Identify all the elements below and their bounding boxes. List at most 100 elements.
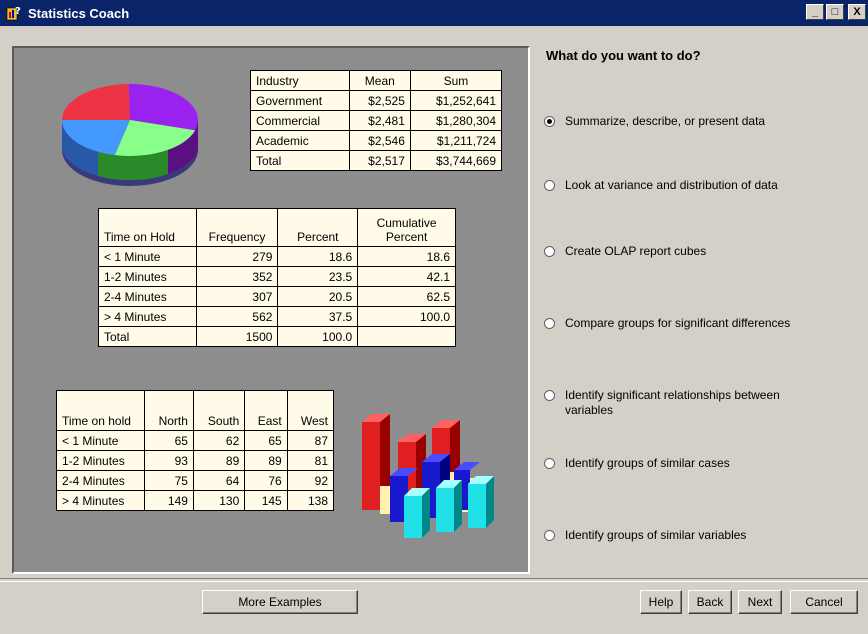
table-cell: 62 [192, 430, 246, 451]
table-cell: $1,280,304 [409, 110, 503, 131]
option-label: Compare groups for significant differenc… [565, 316, 791, 330]
table-row: Commercial $2,481 $1,280,304 [250, 110, 503, 131]
table-cell: 279 [195, 246, 279, 267]
option-similar-cases[interactable]: Identify groups of similar cases [544, 456, 844, 471]
option-label: Create OLAP report cubes [565, 244, 707, 258]
table-row: Total $2,517 $3,744,669 [250, 150, 503, 171]
table-cell: Government [250, 90, 350, 111]
table-cell: Total [250, 150, 350, 171]
table-cell: 62.5 [357, 286, 456, 307]
option-label: Summarize, describe, or present data [565, 114, 766, 128]
title-bar: ? Statistics Coach _ □ X [0, 0, 868, 26]
table-cell: 2-4 Minutes [98, 286, 197, 307]
table-cell: 1-2 Minutes [98, 266, 197, 287]
table-row: 1-2 Minutes 352 23.5 42.1 [98, 266, 456, 287]
table-cell: 138 [286, 490, 335, 511]
table-cell: < 1 Minute [98, 246, 197, 267]
table-cell: 18.6 [277, 246, 359, 267]
table-cell: 20.5 [277, 286, 359, 307]
back-button[interactable]: Back [688, 590, 732, 614]
option-olap[interactable]: Create OLAP report cubes [544, 244, 844, 259]
option-label: Identify groups of similar cases [565, 456, 730, 470]
footer-separator [0, 578, 868, 582]
next-button[interactable]: Next [738, 590, 782, 614]
minimize-button[interactable]: _ [806, 4, 824, 20]
table-cell: $2,517 [348, 150, 411, 171]
svg-text:?: ? [15, 6, 21, 17]
region-table: Time on hold North South East West < 1 M… [56, 390, 335, 511]
close-button[interactable]: X [848, 4, 866, 20]
statistics-coach-app-icon: ? [6, 6, 21, 21]
table-cell: 145 [244, 490, 288, 511]
table-cell: 93 [144, 450, 194, 471]
table-cell: 1500 [195, 326, 279, 347]
table-cell: 149 [144, 490, 194, 511]
table-row: > 4 Minutes 149 130 145 138 [56, 490, 335, 511]
table-cell: 23.5 [277, 266, 359, 287]
table-cell: 89 [192, 450, 246, 471]
col-south: South [192, 390, 246, 431]
question-heading: What do you want to do? [546, 48, 701, 63]
options-panel: What do you want to do? Summarize, descr… [540, 26, 868, 578]
pie-slice-red [62, 84, 130, 120]
radio-button[interactable] [544, 180, 555, 191]
table-cell: 2-4 Minutes [56, 470, 145, 491]
col-mean: Mean [348, 70, 411, 91]
pie-chart-3d-icon [62, 84, 198, 186]
option-label: Identify significant relationships betwe… [565, 388, 780, 417]
col-frequency: Frequency [195, 208, 279, 247]
option-compare-groups[interactable]: Compare groups for significant differenc… [544, 316, 844, 331]
col-north: North [144, 390, 194, 431]
cancel-button[interactable]: Cancel [790, 590, 858, 614]
table-cell: 92 [286, 470, 335, 491]
col-sum: Sum [409, 70, 503, 91]
radio-button[interactable] [544, 390, 555, 401]
table-row: 1-2 Minutes 93 89 89 81 [56, 450, 335, 471]
col-time-on-hold: Time on hold [56, 390, 145, 431]
option-relationships[interactable]: Identify significant relationships betwe… [544, 388, 814, 418]
table-cell: $1,211,724 [409, 130, 503, 151]
table-cell: 307 [195, 286, 279, 307]
table-cell: 100.0 [277, 326, 359, 347]
industry-table: Industry Mean Sum Government $2,525 $1,2… [250, 70, 503, 171]
table-cell: 1-2 Minutes [56, 450, 145, 471]
col-cumulative-percent: Cumulative Percent [357, 208, 456, 247]
window-title: Statistics Coach [28, 5, 130, 21]
more-examples-button[interactable]: More Examples [202, 590, 358, 614]
option-summarize[interactable]: Summarize, describe, or present data [544, 114, 844, 129]
col-east: East [244, 390, 288, 431]
table-cell: $2,481 [348, 110, 411, 131]
maximize-button[interactable]: □ [826, 4, 844, 20]
table-row: Academic $2,546 $1,211,724 [250, 130, 503, 151]
table-header-row: Time on Hold Frequency Percent Cumulativ… [98, 208, 456, 247]
option-label: Identify groups of similar variables [565, 528, 747, 542]
table-cell: 37.5 [277, 306, 359, 327]
option-variance[interactable]: Look at variance and distribution of dat… [544, 178, 844, 193]
table-cell: 65 [244, 430, 288, 451]
table-row: < 1 Minute 65 62 65 87 [56, 430, 335, 451]
table-row: < 1 Minute 279 18.6 18.6 [98, 246, 456, 267]
table-cell: 18.6 [357, 246, 456, 267]
table-cell [357, 326, 456, 347]
radio-button[interactable] [544, 246, 555, 257]
option-label: Look at variance and distribution of dat… [565, 178, 778, 192]
col-percent: Percent [277, 208, 359, 247]
frequency-table: Time on Hold Frequency Percent Cumulativ… [98, 208, 456, 347]
radio-button[interactable] [544, 530, 555, 541]
radio-button[interactable] [544, 458, 555, 469]
help-button[interactable]: Help [640, 590, 682, 614]
table-cell: Commercial [250, 110, 350, 131]
table-cell: 100.0 [357, 306, 456, 327]
table-cell: < 1 Minute [56, 430, 145, 451]
table-header-row: Industry Mean Sum [250, 70, 503, 91]
option-similar-variables[interactable]: Identify groups of similar variables [544, 528, 844, 543]
example-panel: Industry Mean Sum Government $2,525 $1,2… [12, 46, 530, 574]
table-cell: 42.1 [357, 266, 456, 287]
table-cell: $2,546 [348, 130, 411, 151]
table-cell: 89 [244, 450, 288, 471]
table-cell: 81 [286, 450, 335, 471]
radio-button[interactable] [544, 318, 555, 329]
table-row: Government $2,525 $1,252,641 [250, 90, 503, 111]
table-row: 2-4 Minutes 75 64 76 92 [56, 470, 335, 491]
radio-button-selected[interactable] [544, 116, 555, 127]
